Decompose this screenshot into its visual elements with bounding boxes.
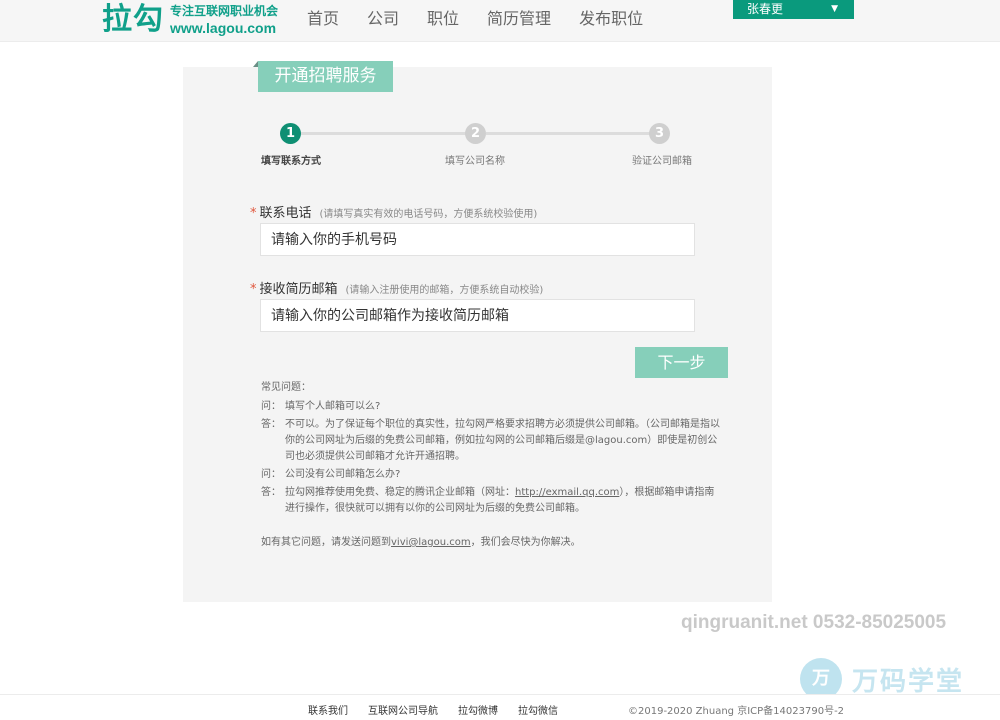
logo-mark: 拉勾 — [102, 2, 164, 37]
faq-question: 问： 填写个人邮箱可以么? — [261, 399, 721, 415]
required-mark: * — [250, 282, 257, 297]
watermark-text: qingruanit.net 0532-85025005 — [681, 612, 947, 633]
step-2-label: 填写公司名称 — [445, 156, 505, 167]
faq-contact: 如有其它问题，请发送问题到vivi@lagou.com，我们会尽快为你解决。 — [261, 535, 721, 551]
faq-question-text: 公司没有公司邮箱怎么办? — [285, 469, 401, 480]
question-tag: 问： — [261, 401, 281, 412]
main-nav: 首页 公司 职位 简历管理 发布职位 — [293, 0, 657, 38]
nav-jobs[interactable]: 职位 — [413, 0, 473, 38]
lagou-logo[interactable]: 拉勾 专注互联网职业机会 www.lagou.com — [102, 3, 278, 37]
page-footer: 联系我们 互联网公司导航 拉勾微博 拉勾微信 ©2019-2020 Zhuang… — [0, 694, 1000, 720]
contact-text: 如有其它问题，请发送问题到 — [261, 537, 391, 548]
footer-link-wechat[interactable]: 拉勾微信 — [518, 702, 558, 717]
step-3-icon: 3 — [649, 123, 670, 144]
footer-link-company-nav[interactable]: 互联网公司导航 — [368, 702, 438, 717]
logo-text: 专注互联网职业机会 www.lagou.com — [170, 3, 278, 37]
nav-company[interactable]: 公司 — [353, 0, 413, 38]
ribbon-fold-icon — [253, 61, 258, 67]
footer-link-contact[interactable]: 联系我们 — [308, 702, 348, 717]
footer-link-weibo[interactable]: 拉勾微博 — [458, 702, 498, 717]
nav-resume[interactable]: 简历管理 — [473, 0, 565, 38]
recruit-panel: 开通招聘服务 1 2 3 填写联系方式 填写公司名称 验证公司邮箱 * 联系电话(… — [183, 61, 772, 602]
faq-answer: 答： 拉勾网推荐使用免费、稳定的腾讯企业邮箱（网址：http://exmail.… — [261, 485, 721, 517]
logo-slogan: 专注互联网职业机会 — [170, 4, 279, 18]
faq-section: 常见问题： 问： 填写个人邮箱可以么? 答： 不可以。为了保证每个职位的真实性，… — [261, 380, 721, 551]
brand-name: 万码学堂 — [852, 666, 965, 697]
question-tag: 问： — [261, 469, 281, 480]
phone-hint: (请填写真实有效的电话号码，方便系统校验使用) — [319, 209, 538, 220]
email-label-text: 接收简历邮箱 — [259, 282, 338, 297]
nav-home[interactable]: 首页 — [293, 0, 353, 38]
email-input[interactable] — [260, 299, 695, 332]
step-1-icon: 1 — [280, 123, 301, 144]
phone-label-text: 联系电话 — [259, 206, 312, 221]
step-connector-1 — [291, 132, 480, 135]
top-header: 拉勾 专注互联网职业机会 www.lagou.com 首页 公司 职位 简历管理… — [0, 0, 1000, 42]
step-2-icon: 2 — [465, 123, 486, 144]
caret-down-icon: ▼ — [831, 4, 838, 14]
contact-email-link[interactable]: vivi@lagou.com — [391, 537, 471, 548]
footer-links: 联系我们 互联网公司导航 拉勾微博 拉勾微信 — [298, 702, 568, 717]
logo-url: www.lagou.com — [170, 20, 277, 36]
step-1-label: 填写联系方式 — [261, 156, 321, 167]
user-name: 张春更 — [747, 2, 784, 16]
next-step-button[interactable]: 下一步 — [635, 347, 728, 378]
faq-title: 常见问题： — [261, 382, 311, 393]
phone-label: * 联系电话 (请填写真实有效的电话号码，方便系统校验使用) — [250, 202, 537, 221]
exmail-link[interactable]: http://exmail.qq.com — [515, 487, 619, 498]
faq-answer-text: 不可以。为了保证每个职位的真实性，拉勾网严格要求招聘方必须提供公司邮箱。（公司邮… — [285, 419, 720, 462]
step-connector-2 — [486, 132, 653, 135]
email-hint: (请输入注册使用的邮箱，方便系统自动校验) — [345, 285, 544, 296]
required-mark: * — [250, 206, 257, 221]
panel-title-text: 开通招聘服务 — [274, 66, 377, 86]
faq-answer-text: 拉勾网推荐使用免费、稳定的腾讯企业邮箱（网址：http://exmail.qq.… — [285, 485, 721, 517]
contact-text: ，我们会尽快为你解决。 — [470, 537, 581, 548]
panel-title: 开通招聘服务 — [253, 61, 393, 92]
faq-answer-part: 拉勾网推荐使用免费、稳定的腾讯企业邮箱（网址： — [285, 487, 515, 498]
answer-tag: 答： — [261, 419, 281, 430]
faq-question: 问： 公司没有公司邮箱怎么办? — [261, 467, 721, 483]
nav-post-job[interactable]: 发布职位 — [565, 0, 657, 38]
user-dropdown[interactable]: 张春更 ▼ — [733, 0, 854, 19]
answer-tag: 答： — [261, 487, 281, 498]
step-3-label: 验证公司邮箱 — [632, 156, 692, 167]
footer-copyright: ©2019-2020 Zhuang 京ICP备14023790号-2 — [628, 706, 845, 717]
faq-answer: 答： 不可以。为了保证每个职位的真实性，拉勾网严格要求招聘方必须提供公司邮箱。（… — [261, 417, 721, 465]
phone-input[interactable] — [260, 223, 695, 256]
email-label: * 接收简历邮箱 (请输入注册使用的邮箱，方便系统自动校验) — [250, 278, 543, 297]
faq-question-text: 填写个人邮箱可以么? — [285, 401, 381, 412]
